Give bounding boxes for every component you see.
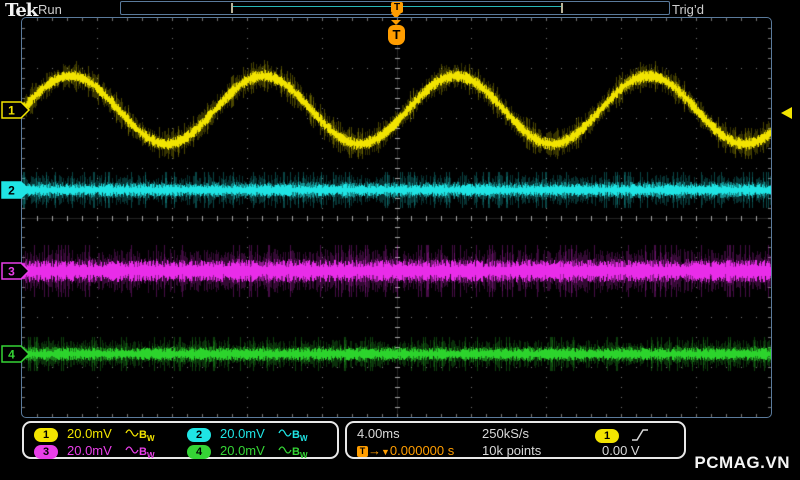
svg-text:1: 1 — [8, 104, 15, 118]
waveform-display — [22, 18, 771, 417]
bandwidth-limit-icon: BW — [292, 446, 308, 461]
channel-4-badge: 4 — [187, 445, 211, 459]
time-per-division: 4.00ms — [357, 426, 400, 441]
trigger-source-badge: 1 — [595, 427, 619, 443]
bandwidth-limit-icon: BW — [292, 429, 308, 444]
trigger-t-icon: T — [357, 446, 368, 457]
sample-rate: 250kS/s — [482, 426, 529, 441]
channel-2-badge: 2 — [187, 428, 211, 442]
acquisition-status: Run — [38, 2, 62, 17]
trigger-slope-rising-icon — [632, 429, 648, 441]
oscilloscope-screen: Tek Run T Trig’d T 1 2 3 4 1 20.0mV BW 2… — [0, 0, 800, 480]
channel-2-readout: 2 20.0mV BW — [187, 426, 308, 444]
trigger-position-flag-icon[interactable]: T — [388, 25, 405, 45]
channel-readout-box: 1 20.0mV BW 2 20.0mV BW 3 20.0mV BW 4 20.0mV BW — [22, 421, 339, 461]
channel-4-scale: 20.0mV — [220, 443, 265, 458]
channel-3-badge: 3 — [34, 445, 58, 459]
record-trigger-marker-icon[interactable]: T — [391, 2, 403, 13]
channel-3-readout: 3 20.0mV BW — [34, 443, 155, 461]
channel-4-readout: 4 20.0mV BW — [187, 443, 308, 461]
channel-1-readout: 1 20.0mV BW — [34, 426, 155, 444]
record-window-bracket-right — [561, 3, 563, 13]
channel-3-position-tag[interactable]: 3 — [1, 262, 31, 280]
trigger-position-readout: T →▼0.000000 s — [357, 443, 454, 458]
channel-3-scale: 20.0mV — [67, 443, 112, 458]
channel-1-badge: 1 — [34, 428, 58, 442]
record-length: 10k points — [482, 443, 542, 458]
bandwidth-limit-icon: BW — [139, 429, 155, 444]
bandwidth-limit-icon: BW — [139, 446, 155, 461]
ac-coupling-icon — [125, 446, 139, 454]
ac-coupling-icon — [125, 429, 139, 437]
channel-4-position-tag[interactable]: 4 — [1, 345, 31, 363]
svg-text:2: 2 — [8, 184, 15, 198]
channel-1-position-tag[interactable]: 1 — [1, 101, 31, 119]
svg-text:4: 4 — [8, 348, 15, 362]
trigger-status: Trig’d — [672, 2, 705, 17]
ac-coupling-icon — [278, 446, 292, 454]
watermark: PCMAG.VN — [694, 453, 790, 472]
channel-2-scale: 20.0mV — [220, 426, 265, 441]
svg-text:3: 3 — [8, 265, 15, 279]
record-window-bracket-left — [231, 3, 233, 13]
ac-coupling-icon — [278, 429, 292, 437]
horizontal-trigger-readout-box: 4.00ms 250kS/s 1 T →▼0.000000 s 10k point… — [345, 421, 686, 459]
channel-2-position-tag[interactable]: 2 — [1, 181, 31, 199]
trigger-level-readout: 0.00 V — [602, 443, 640, 458]
channel-1-scale: 20.0mV — [67, 426, 112, 441]
trigger-level-arrow-icon[interactable] — [779, 106, 793, 120]
